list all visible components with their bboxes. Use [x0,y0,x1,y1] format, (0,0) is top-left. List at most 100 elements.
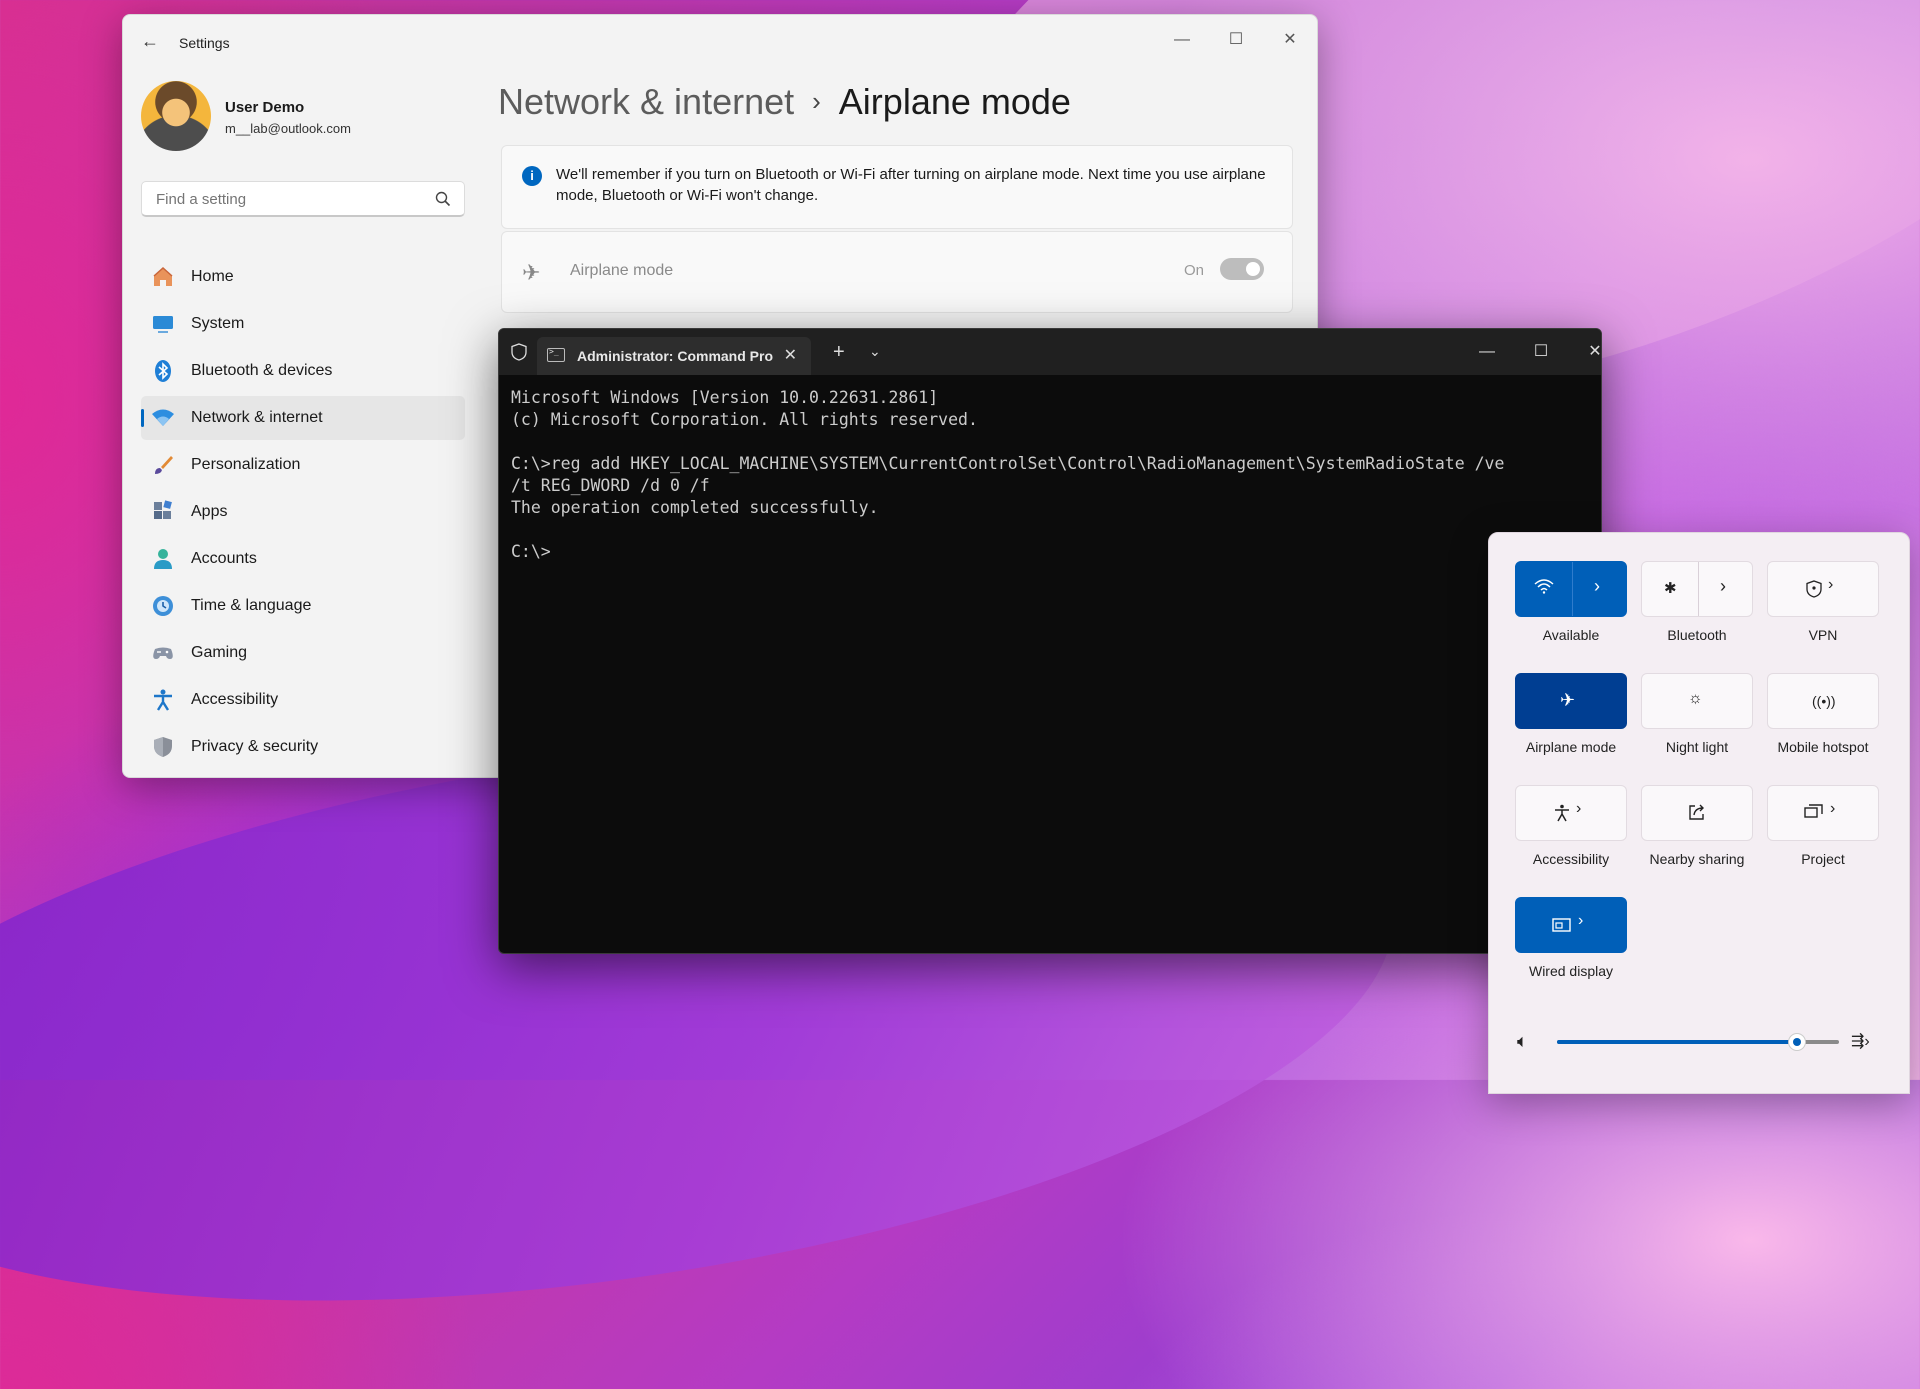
chevron-right-icon[interactable]: › [1720,576,1726,597]
sidebar-item-label: Bluetooth & devices [191,362,333,379]
nearby-sharing-tile[interactable] [1641,785,1753,841]
terminal-titlebar: Administrator: Command Pro ✕ + ⌄ — ☐ ✕ [499,329,1601,375]
apps-icon [154,500,172,519]
tile-label: Accessibility [1532,851,1610,867]
new-tab-button[interactable]: + [833,341,845,364]
cast-icon [1552,917,1572,938]
sidebar-item-network[interactable]: Network & internet [141,396,465,440]
sidebar-item-label: Home [191,268,234,285]
system-icon [153,316,173,333]
terminal-window: Administrator: Command Pro ✕ + ⌄ — ☐ ✕ M… [498,328,1602,954]
audio-output-icon[interactable]: ⇶› [1851,1031,1870,1051]
gamepad-icon [153,647,173,659]
sidebar-item-accessibility[interactable]: Accessibility [141,678,465,722]
sidebar-item-personalization[interactable]: Personalization [141,443,465,487]
accounts-icon [154,549,172,569]
volume-slider-fill [1557,1040,1797,1044]
minimize-button[interactable]: — [1159,25,1205,55]
wifi-tile[interactable]: › [1515,561,1627,617]
search-input[interactable] [154,190,428,209]
night-light-tile[interactable]: ☼ [1641,673,1753,729]
shield-icon [154,737,172,757]
airplane-icon: ✈ [1560,690,1576,710]
minimize-button[interactable]: — [1467,337,1507,367]
mobile-hotspot-tile[interactable]: ((•)) [1767,673,1879,729]
sidebar-item-label: Time & language [191,597,312,614]
page-title: Airplane mode [838,81,1071,122]
airplane-mode-toggle[interactable] [1220,258,1264,280]
maximize-button[interactable]: ☐ [1213,25,1259,55]
vpn-shield-icon [1806,580,1822,603]
info-text: We'll remember if you turn on Bluetooth … [556,166,1266,204]
tab-title: Administrator: Command Pro [577,348,774,364]
avatar [141,81,211,151]
admin-shield-icon [511,343,527,361]
close-button[interactable]: ✕ [1575,337,1601,367]
sidebar-item-apps[interactable]: Apps [141,490,465,534]
quick-settings-panel: › Available ✱ › Bluetooth › VPN ✈ Airpla… [1488,532,1910,1094]
volume-icon[interactable]: 🔈︎ [1517,1031,1528,1052]
accessibility-tile[interactable]: › [1515,785,1627,841]
volume-slider[interactable] [1557,1033,1839,1051]
toggle-knob [1246,262,1260,276]
tile-label: Airplane mode [1525,739,1617,755]
project-tile[interactable]: › [1767,785,1879,841]
terminal-output[interactable]: Microsoft Windows [Version 10.0.22631.28… [511,387,1589,563]
tab-command-prompt[interactable]: Administrator: Command Pro ✕ [537,337,811,375]
close-button[interactable]: ✕ [1267,25,1313,55]
back-button[interactable]: ← [141,31,159,52]
tile-label: Wired display [1528,963,1614,979]
tile-label: Available [1542,627,1600,643]
bluetooth-icon [155,360,171,382]
wired-display-tile[interactable]: › [1515,897,1627,953]
chevron-right-icon[interactable]: › [1594,576,1600,597]
breadcrumb-parent[interactable]: Network & internet [498,81,794,122]
search-icon[interactable] [434,190,452,208]
command-prompt-icon [547,347,565,362]
chevron-down-icon[interactable]: ⌄ [869,343,881,360]
sidebar-item-home[interactable]: Home [141,255,465,299]
maximize-button[interactable]: ☐ [1521,337,1561,367]
share-icon [1688,803,1706,826]
home-icon [153,266,173,286]
project-icon [1804,804,1824,825]
volume-slider-thumb[interactable] [1787,1033,1806,1051]
sidebar-item-label: Network & internet [191,409,323,426]
sidebar-item-label: System [191,315,245,332]
sidebar-nav: Home System Bluetooth & devices Network … [141,255,465,772]
clock-icon [153,596,173,616]
tile-label: Mobile hotspot [1777,739,1869,755]
search-box[interactable] [141,181,465,217]
user-profile[interactable]: User Demo m__lab@outlook.com [141,81,461,161]
sidebar-item-label: Accessibility [191,691,279,708]
tab-close-icon[interactable]: ✕ [784,345,797,365]
vpn-tile[interactable]: › [1767,561,1879,617]
bluetooth-tile[interactable]: ✱ › [1641,561,1753,617]
chevron-right-icon[interactable]: › [1578,912,1583,930]
breadcrumb: Network & internet › Airplane mode [498,81,1071,123]
sidebar-item-privacy[interactable]: Privacy & security [141,725,465,769]
airplane-icon: ✈ [522,260,541,285]
tile-label: Project [1801,851,1845,867]
sun-icon: ☼ [1688,690,1703,707]
tile-label: Night light [1665,739,1729,755]
sidebar-item-system[interactable]: System [141,302,465,346]
tile-label: VPN [1808,627,1838,643]
bluetooth-icon: ✱ [1664,580,1677,597]
chevron-right-icon[interactable]: › [1828,576,1833,594]
chevron-right-icon[interactable]: › [1830,800,1835,818]
chevron-right-icon: › [812,86,821,116]
sidebar-item-bluetooth[interactable]: Bluetooth & devices [141,349,465,393]
airplane-mode-tile[interactable]: ✈ [1515,673,1627,729]
info-banner: i We'll remember if you turn on Bluetoot… [501,145,1293,229]
sidebar-item-label: Gaming [191,644,248,661]
accessibility-icon [154,689,172,711]
settings-titlebar: ← Settings — ☐ ✕ [123,15,1317,71]
chevron-right-icon[interactable]: › [1576,800,1581,818]
toggle-state-label: On [1184,262,1205,279]
sidebar-item-label: Personalization [191,456,301,473]
sidebar-item-time-language[interactable]: Time & language [141,584,465,628]
sidebar-item-gaming[interactable]: Gaming [141,631,465,675]
network-icon [152,409,174,426]
sidebar-item-accounts[interactable]: Accounts [141,537,465,581]
